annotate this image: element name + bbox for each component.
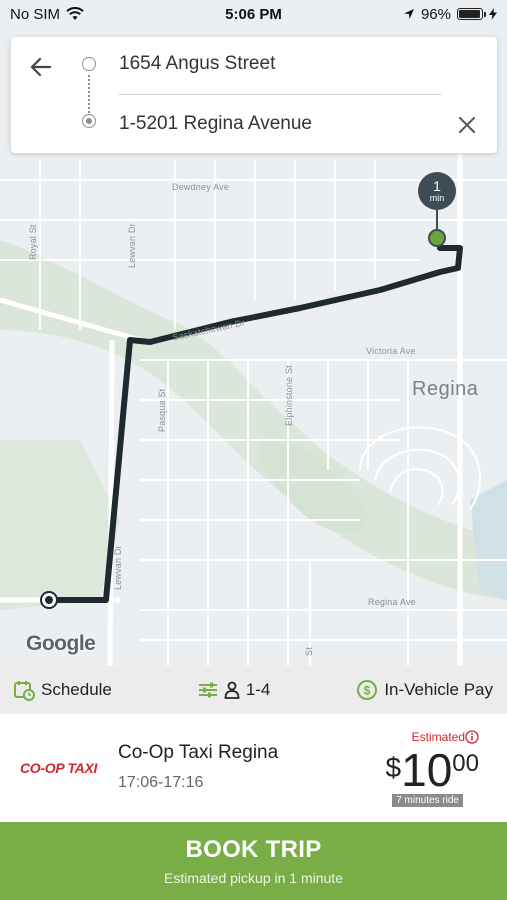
street-label: Elphinstone St — [284, 365, 294, 426]
street-label: Pasqua St — [157, 388, 167, 432]
vehicle-marker — [428, 229, 446, 247]
back-button[interactable] — [25, 51, 57, 83]
schedule-label: Schedule — [41, 680, 112, 699]
status-bar: No SIM 5:06 PM 96% — [0, 0, 507, 28]
google-logo: Google — [26, 632, 96, 655]
pickup-eta-pin: 1 min — [418, 172, 456, 210]
street-label: Lewvan Dr — [113, 545, 123, 590]
person-icon — [224, 681, 240, 699]
eta-unit: min — [429, 193, 445, 203]
payment-label: In-Vehicle Pay — [384, 680, 493, 699]
svg-text:$: $ — [364, 684, 371, 698]
location-arrow-icon — [403, 9, 414, 19]
origin-field[interactable]: 1654 Angus Street — [119, 53, 275, 75]
destination-field[interactable]: 1-5201 Regina Avenue — [119, 113, 312, 135]
price-currency: $ — [385, 752, 402, 783]
eta-pin-stem — [436, 210, 438, 230]
schedule-option[interactable]: Schedule — [13, 679, 112, 701]
passengers-label: 1-4 — [245, 680, 271, 699]
arrow-left-icon — [30, 57, 52, 77]
eta-value: 1 — [433, 178, 441, 194]
divider — [119, 94, 441, 95]
fare-estimate: $ 10 00 — [386, 744, 479, 796]
street-label: Lewvan Dr — [127, 223, 137, 268]
street-label: Dewdney Ave — [172, 182, 230, 192]
price-dollars: 10 — [401, 744, 453, 796]
provider-logo: CO-OP TAXI — [20, 760, 98, 776]
ride-duration-badge: 7 minutes ride — [392, 794, 463, 807]
provider-option[interactable]: CO-OP TAXI Co-Op Taxi Regina 17:06-17:16… — [0, 714, 507, 822]
city-label: Regina — [412, 378, 479, 400]
calendar-clock-icon — [14, 681, 35, 701]
dollar-circle-icon: $ — [357, 680, 378, 700]
destination-dot-icon — [82, 114, 96, 128]
battery-icon — [457, 8, 486, 20]
street-label: Victoria Ave — [366, 346, 416, 356]
charging-icon — [489, 8, 497, 20]
info-icon[interactable] — [465, 730, 479, 744]
street-label: Royal St — [28, 224, 38, 260]
payment-option[interactable]: $ In-Vehicle Pay — [356, 679, 493, 701]
street-label: St — [304, 647, 314, 656]
pickup-estimate-label: Estimated pickup in 1 minute — [164, 870, 343, 886]
origin-dot-icon — [82, 57, 96, 71]
carrier-label: No SIM — [10, 5, 61, 23]
sliders-icon — [198, 682, 217, 698]
battery-percent: 96% — [420, 5, 451, 23]
estimated-label: Estimated — [411, 730, 465, 744]
street-label: Regina Ave — [368, 597, 416, 607]
passengers-option[interactable]: 1-4 — [198, 680, 271, 700]
provider-name: Co-Op Taxi Regina — [118, 742, 279, 763]
route-card: 1654 Angus Street 1-5201 Regina Avenue — [11, 37, 497, 153]
trip-options-bar: Schedule 1-4 $ In-Vehicle Pay — [0, 666, 507, 714]
book-trip-button[interactable]: BOOK TRIP Estimated pickup in 1 minute — [0, 822, 507, 900]
book-trip-label: BOOK TRIP — [185, 836, 322, 863]
origin-marker — [40, 591, 58, 609]
wifi-icon — [66, 7, 84, 20]
route-connector — [88, 75, 90, 113]
arrival-window: 17:06-17:16 — [118, 774, 204, 791]
close-icon — [459, 117, 475, 133]
clear-destination-button[interactable] — [453, 111, 481, 139]
price-cents: 00 — [452, 750, 479, 777]
